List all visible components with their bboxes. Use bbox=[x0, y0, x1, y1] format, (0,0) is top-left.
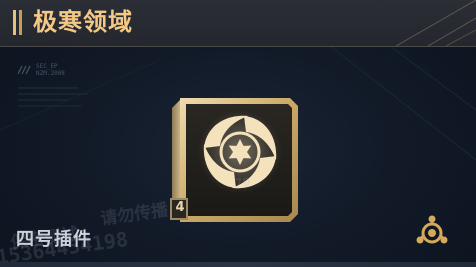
card-number-badge: 4 bbox=[175, 200, 185, 215]
title-accent-bars bbox=[13, 10, 23, 35]
tech-lines bbox=[18, 87, 88, 107]
tech-code-1: SEC_EP bbox=[36, 63, 58, 70]
header-decoration bbox=[395, 0, 476, 46]
header-bar: 极寒领域 bbox=[0, 0, 476, 47]
game-screen: 极寒领域 SEC_EP NZM.2008 4 四号插件 请勿传播 保密测试 15… bbox=[0, 0, 476, 267]
tech-code-2: NZM.2008 bbox=[36, 70, 65, 77]
gear-icon[interactable] bbox=[412, 213, 452, 253]
page-title: 极寒领域 bbox=[33, 8, 133, 36]
watermark-small: 70 bbox=[234, 174, 252, 191]
chevron-marks-icon bbox=[18, 65, 31, 75]
bottom-scroll-bar bbox=[0, 262, 476, 267]
plugin-card[interactable] bbox=[168, 94, 302, 226]
